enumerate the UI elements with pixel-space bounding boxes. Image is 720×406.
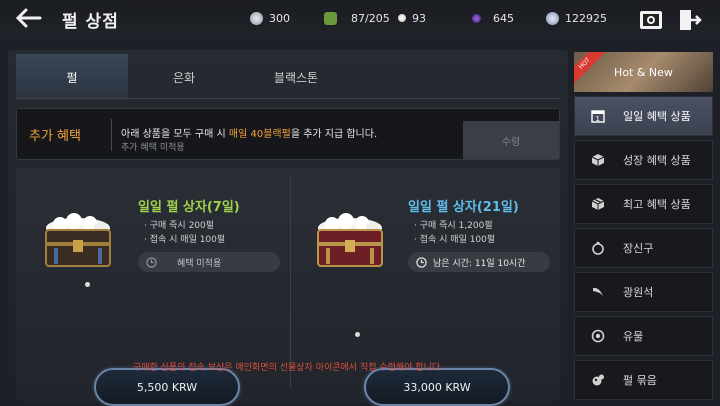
chest-sparkle <box>355 332 360 337</box>
sidebar-item-label: 장신구 <box>623 242 654 255</box>
exit-door-icon[interactable] <box>676 7 702 33</box>
treasure-chest-icon <box>317 213 383 267</box>
benefit-status-text: 혜택 미적용 <box>177 258 222 269</box>
top-bar: 펄 상점 300 87/205 93 645 122925 <box>0 0 720 40</box>
tab-pearl[interactable]: 펄 <box>16 54 128 100</box>
bonus-message-highlight: 매일 40블랙펄 <box>228 129 291 140</box>
black-stone-icon <box>472 13 481 23</box>
product-benefit: · 접속 시 매일 100펄 <box>144 235 226 245</box>
inventory-box-icon[interactable] <box>638 7 664 33</box>
svg-text:1: 1 <box>596 115 600 123</box>
currency-pearl: 93 <box>398 10 426 26</box>
sidebar-item-label: 광원석 <box>623 286 654 299</box>
currency-silver-coin: 300 <box>250 10 290 26</box>
treasure-chest-icon <box>45 213 111 267</box>
sidebar-item-daily[interactable]: 1 일일 혜택 상품 <box>574 96 713 136</box>
sidebar-item-hot-new[interactable]: HOT Hot & New <box>574 52 713 92</box>
bonus-label: 추가 혜택 <box>29 129 81 144</box>
sidebar-item-label: 최고 혜택 상품 <box>623 198 691 211</box>
pearl-icon <box>398 14 406 22</box>
sidebar-item-growth[interactable]: 성장 혜택 상품 <box>574 140 713 180</box>
product-name: 일일 펄 상자(7일) <box>138 200 240 215</box>
sidebar-item-label: Hot & New <box>614 65 673 79</box>
main-panel: 펄 은화 블랙스톤 추가 혜택 아래 상품을 모두 구매 시 매일 40블랙펄을… <box>8 50 568 406</box>
sidebar-item-accessory[interactable]: 장신구 <box>574 228 713 268</box>
currency-value: 645 <box>493 11 514 25</box>
sidebar-item-crystal[interactable]: 광원석 <box>574 272 713 312</box>
tab-blackstone[interactable]: 블랙스톤 <box>240 54 352 100</box>
currency-value: 93 <box>412 11 426 25</box>
claim-button[interactable]: 수령 <box>463 121 559 159</box>
calendar-icon: 1 <box>591 110 605 123</box>
ring-icon <box>592 241 604 255</box>
product-benefit: · 구매 즉시 1,200펄 <box>414 221 493 231</box>
gift-box-icon <box>591 198 605 210</box>
sidebar-item-pearl-bundle[interactable]: 펄 묶음 <box>574 360 713 400</box>
sidebar-item-label: 성장 혜택 상품 <box>623 154 691 167</box>
bonus-divider <box>111 119 112 151</box>
clock-icon <box>416 256 427 268</box>
shop-tabs: 펄 은화 블랙스톤 <box>16 54 352 100</box>
hot-ribbon: HOT <box>574 52 607 86</box>
clock-icon <box>146 256 157 268</box>
currency-value: 300 <box>269 11 290 25</box>
remaining-time-pill: 남은 시간: 11일 10시간 <box>408 252 550 272</box>
product-divider <box>290 178 291 388</box>
tab-silver[interactable]: 은화 <box>128 54 240 100</box>
buy-button-21day[interactable]: 33,000 KRW <box>364 368 510 406</box>
sidebar-item-label: 유물 <box>623 330 644 343</box>
bonus-message: 아래 상품을 모두 구매 시 매일 40블랙펄을 추가 지급 합니다. <box>121 125 377 140</box>
bonus-message-prefix: 아래 상품을 모두 구매 시 <box>121 129 229 140</box>
currency-silver: 122925 <box>546 10 607 26</box>
sidebar-item-relic[interactable]: 유물 <box>574 316 713 356</box>
sidebar-item-label: 일일 혜택 상품 <box>623 110 691 123</box>
product-benefit: · 접속 시 매일 100펄 <box>414 235 496 245</box>
bonus-message-suffix: 을 추가 지급 합니다. <box>290 129 378 140</box>
category-sidebar: HOT Hot & New 1 일일 혜택 상품 성장 혜택 상품 최고 혜택 … <box>574 52 714 401</box>
bonus-status: 추가 혜택 미적용 <box>121 143 185 153</box>
crystal-icon <box>593 287 603 296</box>
chest-sparkle <box>85 282 90 287</box>
product-name: 일일 펄 상자(21일) <box>408 200 519 215</box>
pearl-bundle-icon <box>592 374 604 386</box>
remaining-time-text: 남은 시간: 11일 10시간 <box>433 258 526 269</box>
page-title: 펄 상점 <box>62 12 119 32</box>
stamina-icon <box>324 11 337 25</box>
currency-stamina: 87/205 <box>324 10 390 26</box>
currency-black-stone: 645 <box>472 10 514 26</box>
box-icon <box>591 154 605 166</box>
buy-button-7day[interactable]: 5,500 KRW <box>94 368 240 406</box>
notice-text: 구매한 상품의 접속 보상은 메인화면의 선물상자 아이콘에서 직접 수령해야 … <box>132 363 444 373</box>
product-benefit: · 구매 즉시 200펄 <box>144 221 215 231</box>
currency-value: 122925 <box>565 11 607 25</box>
relic-icon <box>591 329 605 343</box>
tab-divider <box>16 98 560 99</box>
sidebar-item-best[interactable]: 최고 혜택 상품 <box>574 184 713 224</box>
currency-value: 87/205 <box>351 11 390 25</box>
back-arrow-icon[interactable] <box>14 6 42 30</box>
bonus-banner: 추가 혜택 아래 상품을 모두 구매 시 매일 40블랙펄을 추가 지급 합니다… <box>16 108 560 160</box>
sidebar-item-label: 펄 묶음 <box>623 374 657 387</box>
benefit-status-pill: 혜택 미적용 <box>138 252 280 272</box>
silver-icon <box>546 11 559 25</box>
silver-coin-icon <box>250 11 263 25</box>
